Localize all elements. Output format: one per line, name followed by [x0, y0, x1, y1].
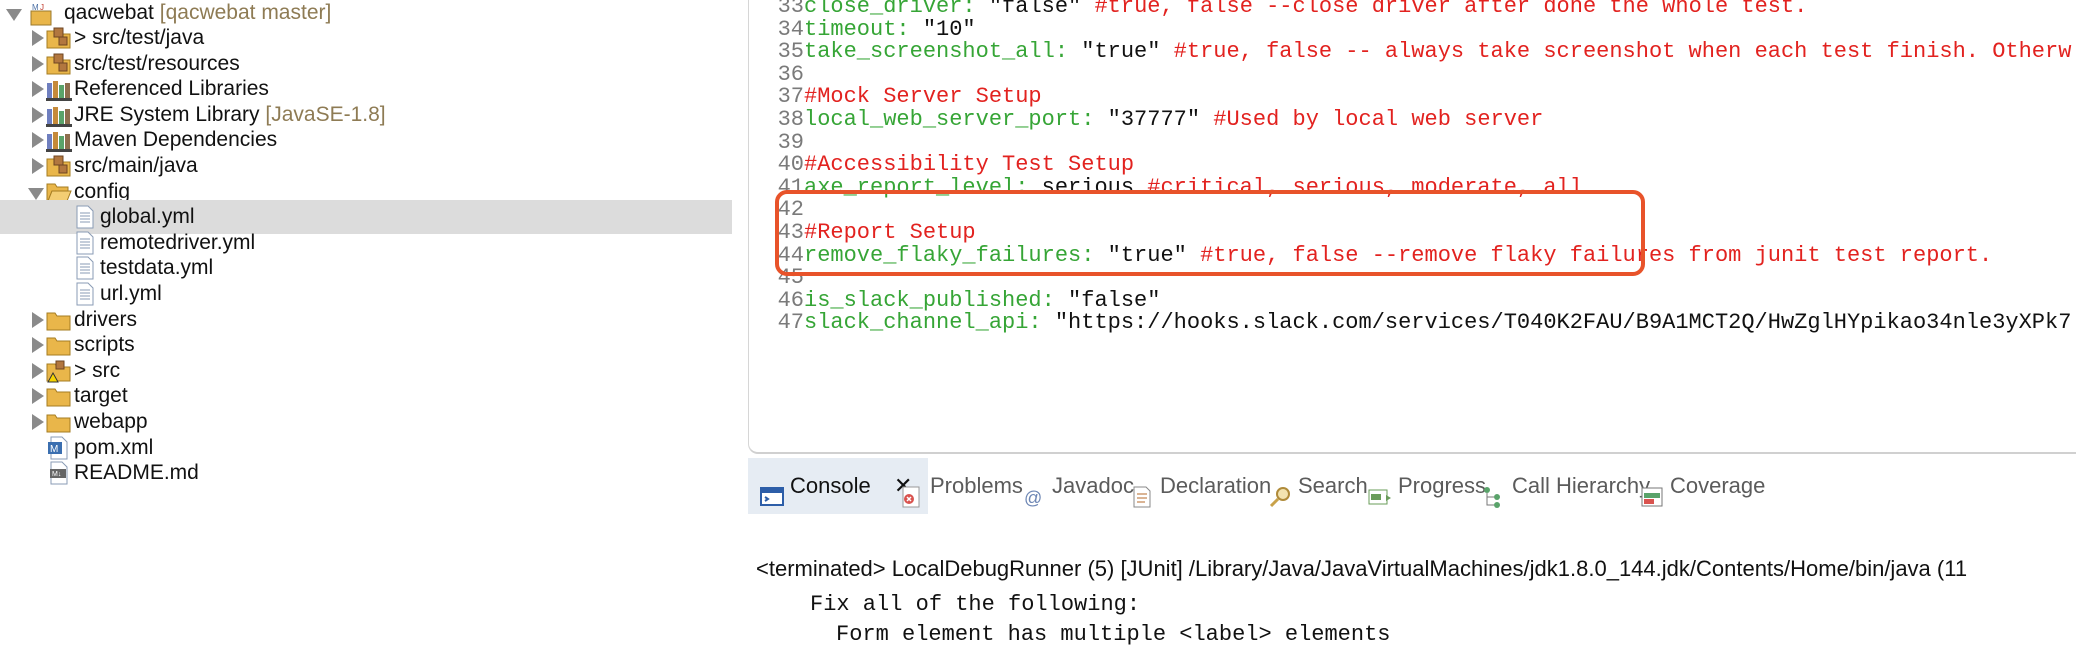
expand-toggle-icon[interactable] — [28, 187, 44, 200]
svg-text:M: M — [32, 3, 39, 12]
collapse-toggle-icon[interactable] — [32, 81, 44, 98]
progress-icon — [1368, 474, 1392, 505]
tree-item-label: src/main/java — [74, 154, 198, 177]
tree-item-label: > src — [74, 358, 121, 382]
code-line[interactable]: 35take_screenshot_all: "true" #true, fal… — [749, 37, 2072, 67]
yaml-key: take_screenshot_all: — [804, 39, 1069, 65]
yaml-key: local_web_server_port: — [804, 107, 1095, 132]
tree-item-label: remotedriver.yml — [100, 230, 256, 254]
tab-javadoc[interactable]: @ Javadoc — [1010, 458, 1134, 514]
collapse-toggle-icon[interactable] — [32, 106, 44, 123]
yaml-value: "false" — [975, 0, 1082, 19]
tree-item-label: config — [74, 179, 131, 203]
code-line[interactable]: 47slack_channel_api: "https://hooks.slac… — [749, 308, 2072, 338]
tree-item-label: > src/test/java — [74, 26, 205, 49]
tree-item-suffix: [JavaSE-1.8] — [265, 102, 386, 126]
code-line[interactable]: 38local_web_server_port: "37777" #Used b… — [749, 105, 1544, 135]
yaml-comment: #Used by local web server — [1200, 107, 1544, 132]
tree-item-label: JRE System Library — [74, 102, 260, 126]
tab-progress[interactable]: Progress — [1356, 458, 1486, 514]
tab-declaration[interactable]: Declaration — [1118, 458, 1271, 514]
collapse-toggle-icon[interactable] — [32, 362, 44, 379]
line-number: 47 — [777, 310, 804, 336]
tab-problems[interactable]: Problems — [888, 458, 1023, 514]
yaml-comment: #true, false -- always take screenshot w… — [1160, 39, 2072, 65]
tree-item-label: Referenced Libraries — [74, 77, 269, 101]
declaration-icon — [1130, 474, 1154, 508]
console-output-line: Form element has multiple <label> elemen… — [836, 622, 1391, 647]
highlight-annotation — [775, 190, 1645, 276]
call-hierarchy-icon — [1482, 474, 1506, 508]
yaml-comment: #true, false --close driver after done t… — [1081, 0, 1808, 19]
project-explorer: MJ qacwebat [qacwebat master] > src/test… — [0, 0, 732, 652]
tree-item-label: url.yml — [100, 282, 162, 305]
yaml-value: "https://hooks.slack.com/services/T040K2… — [1041, 310, 2072, 336]
collapse-toggle-icon[interactable] — [32, 414, 44, 430]
expand-toggle-icon[interactable] — [6, 9, 22, 21]
tab-label: Declaration — [1160, 473, 1272, 498]
svg-text:J: J — [40, 3, 44, 12]
problems-icon — [900, 474, 924, 508]
tree-item-label: global.yml — [100, 205, 195, 229]
yaml-value: "true" — [1068, 39, 1161, 65]
tab-label: Console — [790, 473, 871, 498]
collapse-toggle-icon[interactable] — [32, 55, 44, 72]
javadoc-icon: @ — [1022, 474, 1046, 508]
tree-item-label: scripts — [74, 333, 135, 357]
tree-item-label: README.md — [74, 461, 199, 485]
yaml-key: slack_channel_api: — [804, 310, 1042, 336]
tree-item-label: Maven Dependencies — [74, 128, 278, 152]
svg-text:M: M — [50, 444, 58, 455]
tree-item-label: testdata.yml — [100, 256, 214, 280]
coverage-icon — [1640, 474, 1664, 507]
yaml-value: "37777" — [1094, 107, 1201, 132]
console-output-line: Fix all of the following: — [810, 592, 1141, 617]
tree-item-label: webapp — [74, 410, 148, 433]
console-icon — [760, 474, 784, 506]
collapse-toggle-icon[interactable] — [32, 337, 44, 354]
markdown-file-icon: M↓ — [46, 461, 72, 485]
tree-item-label: src/test/resources — [74, 51, 240, 75]
collapse-toggle-icon[interactable] — [32, 30, 44, 46]
collapse-toggle-icon[interactable] — [32, 311, 44, 328]
console-tab-bar: Console ✕ Problems @ Javadoc Declaration Searc… — [748, 458, 2076, 514]
tree-item-label: target — [74, 384, 128, 408]
svg-text:@: @ — [1024, 488, 1042, 508]
collapse-toggle-icon[interactable] — [32, 388, 44, 405]
search-icon — [1268, 474, 1292, 508]
collapse-toggle-icon[interactable] — [32, 158, 44, 174]
tab-label: Coverage — [1670, 473, 1766, 498]
svg-text:M↓: M↓ — [52, 471, 61, 478]
tab-label: Problems — [930, 473, 1023, 498]
tab-coverage[interactable]: Coverage — [1628, 458, 1766, 514]
tree-item-readme-md[interactable]: M↓ README.md — [0, 456, 732, 490]
tab-call-hierarchy[interactable]: Call Hierarchy — [1470, 458, 1650, 514]
tab-search[interactable]: Search — [1256, 458, 1368, 514]
tree-item-label: drivers — [74, 307, 138, 331]
console-output: <terminated> LocalDebugRunner (5) [JUnit… — [748, 514, 2076, 652]
collapse-toggle-icon[interactable] — [32, 132, 44, 149]
tree-item-label: pom.xml — [74, 435, 154, 459]
terminated-status: <terminated> LocalDebugRunner (5) [JUnit… — [756, 556, 1968, 581]
